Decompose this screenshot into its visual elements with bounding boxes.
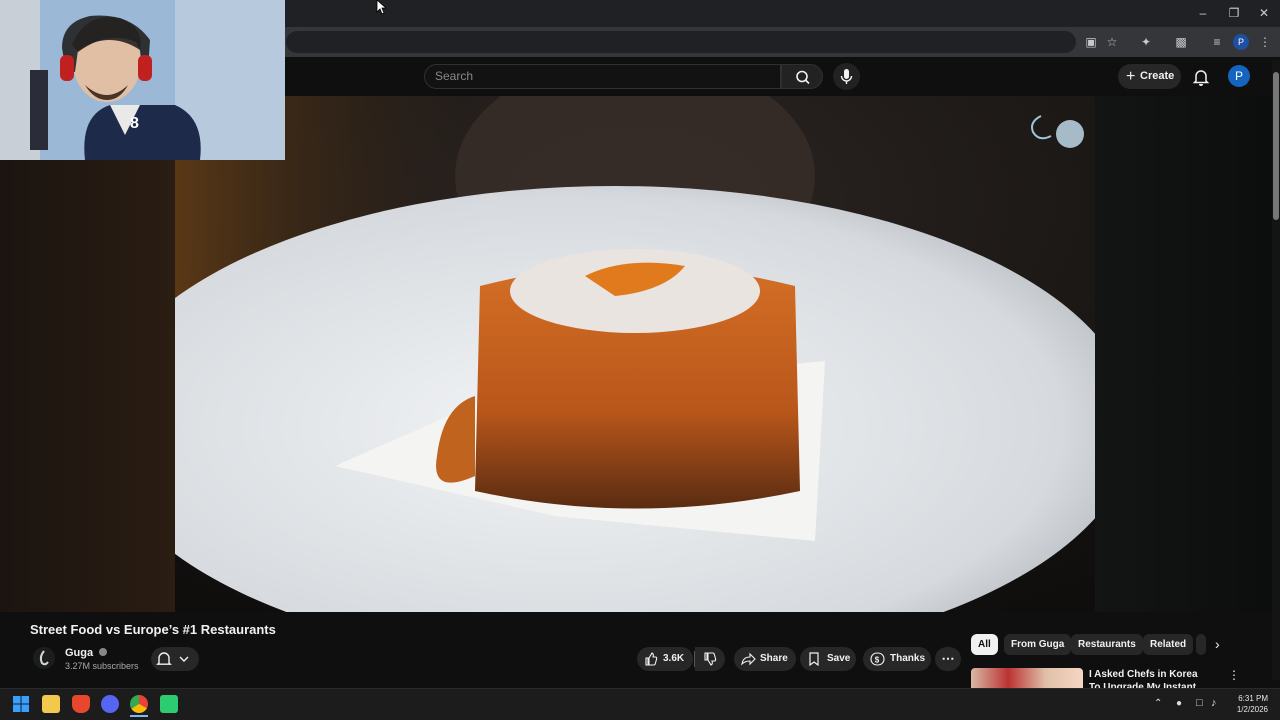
thumbs-up-icon xyxy=(645,652,658,666)
video-player[interactable] xyxy=(175,96,1095,612)
ambient-left-pane xyxy=(0,160,175,612)
chip-related[interactable]: Related xyxy=(1143,634,1194,655)
plus-icon: + xyxy=(1126,68,1136,85)
share-label: Share xyxy=(760,653,788,664)
channel-name-text: Guga xyxy=(65,647,94,659)
reading-mode-icon[interactable]: ▩ xyxy=(1172,33,1190,51)
minimize-icon[interactable]: – xyxy=(1190,4,1216,22)
search-button[interactable] xyxy=(781,64,823,89)
video-title: Street Food vs Europe’s #1 Restaurants xyxy=(30,622,276,637)
like-button[interactable]: 3.6K xyxy=(637,647,693,671)
microphone-icon xyxy=(840,69,853,84)
discord-icon[interactable] xyxy=(101,695,119,713)
more-horizontal-icon: ⋯ xyxy=(941,651,955,666)
browser-profile-avatar[interactable]: P xyxy=(1233,34,1249,50)
thumbs-down-icon xyxy=(704,652,717,666)
app-icon[interactable] xyxy=(160,695,178,713)
thanks-label: Thanks xyxy=(890,653,926,664)
like-count: 3.6K xyxy=(663,653,685,664)
chip-all[interactable]: All xyxy=(971,634,998,655)
svg-text:$: $ xyxy=(875,656,880,665)
mouse-cursor-icon xyxy=(376,0,386,15)
chip-from-guga[interactable]: From Guga xyxy=(1004,634,1072,655)
extensions-icon[interactable]: ✦ xyxy=(1137,33,1155,51)
tray-volume-icon[interactable]: ♪ xyxy=(1211,697,1217,709)
channel-name[interactable]: Guga xyxy=(65,647,108,659)
brave-browser-icon[interactable] xyxy=(72,695,90,713)
share-arrow-icon xyxy=(741,652,756,666)
save-label: Save xyxy=(827,653,851,664)
close-icon[interactable]: ✕ xyxy=(1251,4,1277,22)
create-label: Create xyxy=(1140,70,1175,82)
tray-overflow-chevron-icon[interactable]: ⌃ xyxy=(1154,698,1162,709)
guga-logo-icon xyxy=(39,650,49,666)
video-frame-image xyxy=(175,96,1095,612)
webcam-overlay: 8 xyxy=(0,0,285,160)
windows-taskbar xyxy=(0,688,1280,720)
more-actions-button[interactable]: ⋯ xyxy=(935,647,961,671)
ambient-right-pane xyxy=(1095,96,1273,612)
tray-microphone-icon[interactable]: ● xyxy=(1176,698,1182,709)
address-bar[interactable] xyxy=(286,31,1076,53)
file-explorer-icon[interactable] xyxy=(42,695,60,713)
taskbar-clock[interactable]: 6:31 PM 1/2/2026 xyxy=(1226,693,1268,715)
windows-start-icon[interactable] xyxy=(13,696,29,712)
chevron-right-icon[interactable]: › xyxy=(1215,636,1220,652)
dislike-button[interactable] xyxy=(695,647,725,671)
chrome-icon[interactable] xyxy=(130,695,148,713)
restore-icon[interactable]: ❐ xyxy=(1221,4,1247,22)
create-button[interactable]: + Create xyxy=(1118,64,1181,89)
share-button[interactable]: Share xyxy=(734,647,796,671)
clock-time: 6:31 PM xyxy=(1238,694,1268,703)
chip-restaurants[interactable]: Restaurants xyxy=(1071,634,1143,655)
subscriber-count: 3.27M subscribers xyxy=(65,661,139,671)
thanks-button[interactable]: $ Thanks xyxy=(863,647,931,671)
chip-partial[interactable] xyxy=(1196,634,1206,655)
search-icon xyxy=(796,70,810,85)
bell-dropdown-icon xyxy=(156,652,189,665)
cast-icon[interactable]: ▣ xyxy=(1082,33,1100,51)
tray-network-icon[interactable]: □ xyxy=(1196,697,1203,709)
recommendation-menu-icon[interactable]: ⋮ xyxy=(1228,668,1240,682)
account-avatar[interactable]: P xyxy=(1228,65,1250,87)
search-input[interactable]: Search xyxy=(424,64,781,89)
active-app-indicator xyxy=(130,715,148,717)
media-control-icon[interactable]: ≡ xyxy=(1208,33,1226,51)
voice-search-button[interactable] xyxy=(833,63,860,90)
scrollbar-thumb[interactable] xyxy=(1273,72,1279,220)
notifications-button[interactable] xyxy=(1190,66,1212,88)
save-button[interactable]: Save xyxy=(800,647,856,671)
channel-avatar[interactable] xyxy=(33,647,55,669)
bookmark-icon xyxy=(809,652,819,666)
bookmark-star-icon[interactable]: ☆ xyxy=(1103,33,1121,51)
clock-date: 1/2/2026 xyxy=(1236,705,1268,714)
verified-icon xyxy=(99,648,108,656)
svg-text:8: 8 xyxy=(130,115,139,132)
thanks-dollar-icon: $ xyxy=(870,652,885,666)
bell-icon xyxy=(1192,70,1210,86)
webcam-image: 8 xyxy=(0,0,285,160)
browser-menu-icon[interactable]: ⋮ xyxy=(1256,33,1274,51)
subscription-notifications-button[interactable] xyxy=(151,647,199,671)
